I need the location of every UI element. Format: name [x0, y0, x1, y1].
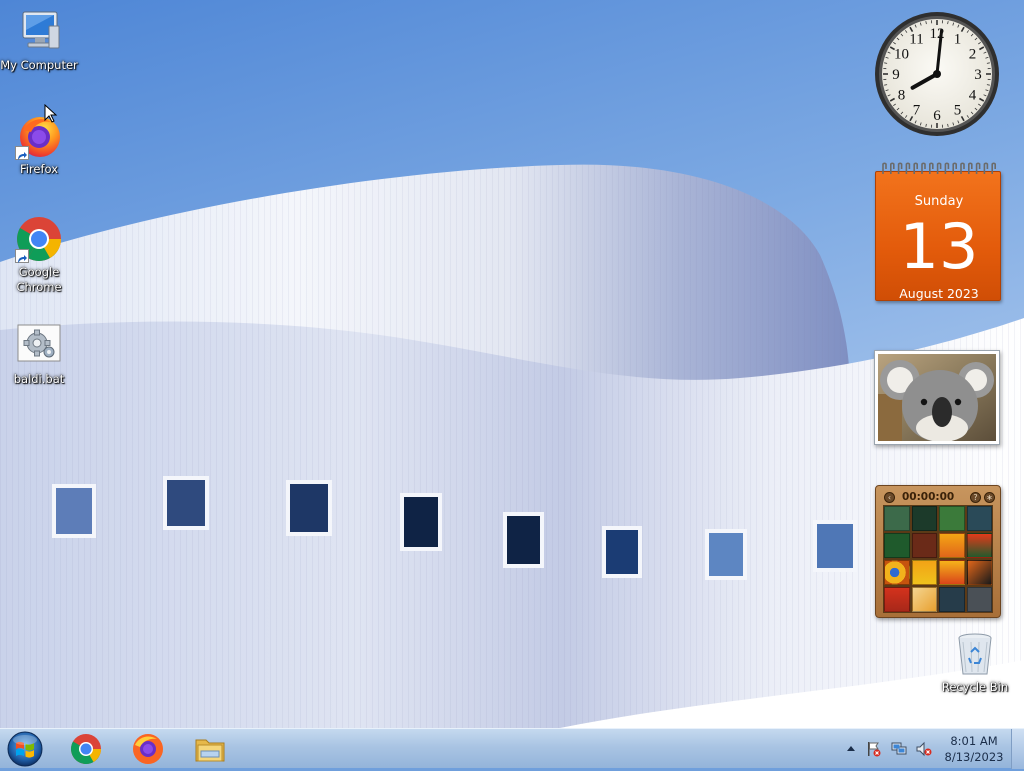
desktop-icon-label: Firefox [0, 162, 78, 177]
clock-numeral: 6 [933, 108, 941, 124]
batch-file-gear-icon [15, 322, 63, 370]
taskbar-file-explorer-button[interactable] [184, 731, 236, 767]
picture-puzzle-gadget[interactable]: ‹ 00:00:00 ? ∗ [875, 485, 1001, 618]
koala-photo [878, 354, 996, 441]
action-center-flag-icon[interactable] [866, 741, 882, 757]
desktop-icon-label: Recycle Bin [936, 680, 1014, 695]
taskbar[interactable]: 8:01 AM 8/13/2023 [0, 728, 1024, 768]
computer-icon [15, 8, 63, 56]
show-hidden-icons-arrow[interactable] [844, 741, 858, 757]
clock-numeral: 5 [954, 103, 962, 119]
chrome-icon [60, 731, 112, 767]
calendar-rings-icon [879, 160, 997, 176]
puzzle-tile[interactable] [939, 587, 965, 612]
taskbar-time: 8:01 AM [936, 733, 1012, 749]
clock-numeral: 1 [954, 32, 962, 48]
clock-numeral: 4 [969, 88, 977, 104]
puzzle-tile[interactable] [884, 533, 910, 558]
calendar-weekday: Sunday [876, 194, 1002, 209]
puzzle-tile[interactable] [912, 533, 938, 558]
clock-gadget[interactable]: 121234567891011 [874, 11, 1000, 137]
desktop-icon-my-computer[interactable]: My Computer [0, 8, 78, 73]
mouse-cursor-icon [44, 104, 58, 124]
desktop-icon-label: baldi.bat [0, 372, 78, 387]
puzzle-timer: 00:00:00 [902, 491, 954, 503]
volume-muted-icon[interactable] [916, 741, 932, 757]
puzzle-tile[interactable] [939, 506, 965, 531]
taskbar-date: 8/13/2023 [936, 749, 1012, 765]
puzzle-grid [883, 505, 993, 613]
puzzle-tile[interactable] [884, 587, 910, 612]
desktop[interactable]: My Computer Fi [0, 0, 1024, 728]
puzzle-tile[interactable] [967, 506, 993, 531]
desktop-icon-firefox[interactable]: Firefox [0, 112, 78, 177]
clock-numeral: 2 [969, 47, 977, 63]
taskbar-chrome-button[interactable] [60, 731, 112, 767]
puzzle-tile[interactable] [884, 560, 910, 585]
network-icon[interactable] [891, 741, 907, 757]
clock-numeral: 7 [913, 103, 921, 119]
puzzle-solve-icon[interactable]: ∗ [984, 492, 995, 503]
shortcut-arrow-icon [15, 146, 29, 160]
puzzle-tile[interactable] [967, 587, 993, 612]
taskbar-firefox-button[interactable] [122, 731, 174, 767]
recycle-bin-icon [951, 630, 999, 678]
show-desktop-button[interactable] [1011, 729, 1024, 769]
puzzle-tile[interactable] [967, 533, 993, 558]
puzzle-tile[interactable] [912, 560, 938, 585]
clock-numeral: 10 [894, 47, 909, 63]
puzzle-tile[interactable] [939, 533, 965, 558]
calendar-day-number: 13 [876, 212, 1002, 282]
clock-numeral: 11 [909, 32, 923, 48]
desktop-icon-label: Google Chrome [14, 265, 64, 295]
puzzle-tile[interactable] [884, 506, 910, 531]
desktop-wallpaper [0, 0, 1024, 728]
puzzle-tile[interactable] [912, 587, 938, 612]
calendar-gadget[interactable]: Sunday 13 August 2023 [875, 160, 1001, 301]
puzzle-tile[interactable] [967, 560, 993, 585]
windows-start-orb-icon [5, 731, 45, 767]
desktop-icon-google-chrome[interactable]: Google Chrome [0, 215, 78, 295]
clock-numeral: 3 [974, 67, 982, 83]
file-explorer-icon [184, 731, 236, 767]
firefox-icon [122, 731, 174, 767]
desktop-icon-baldi-bat[interactable]: baldi.bat [0, 322, 78, 387]
chrome-icon [15, 215, 63, 263]
clock-numeral: 9 [892, 67, 900, 83]
puzzle-help-icon[interactable]: ? [970, 492, 981, 503]
calendar-page: Sunday 13 August 2023 [875, 171, 1001, 301]
start-button[interactable] [5, 731, 45, 767]
clock-numeral: 8 [898, 88, 906, 104]
calendar-month-year: August 2023 [876, 286, 1002, 301]
slideshow-gadget[interactable] [874, 350, 1000, 445]
puzzle-tile[interactable] [912, 506, 938, 531]
taskbar-clock[interactable]: 8:01 AM 8/13/2023 [936, 733, 1012, 765]
desktop-icon-recycle-bin[interactable]: Recycle Bin [936, 630, 1014, 695]
desktop-icon-label: My Computer [0, 58, 78, 73]
puzzle-tile[interactable] [939, 560, 965, 585]
puzzle-pause-icon[interactable]: ‹ [884, 492, 895, 503]
shortcut-arrow-icon [15, 249, 29, 263]
